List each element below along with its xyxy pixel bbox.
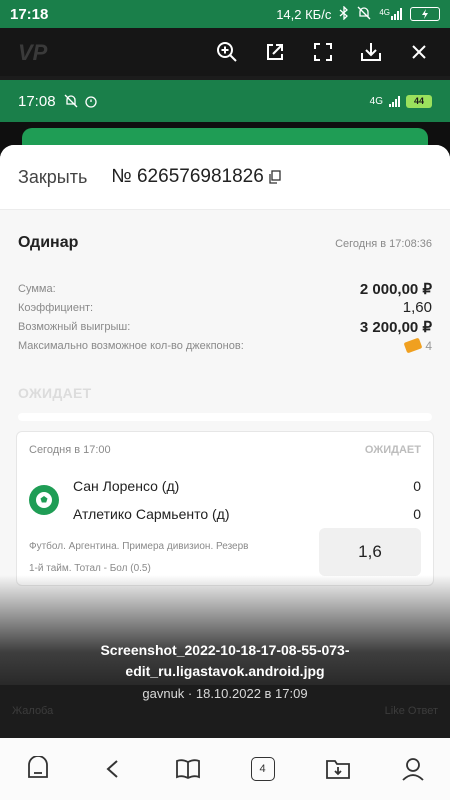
background-logo: VP — [18, 40, 48, 65]
payout-row: Возможный выигрыш: 3 200,00 ₽ — [18, 317, 432, 336]
viewer-tools — [214, 39, 450, 65]
event-card: Сегодня в 17:00 ОЖИДАЕТ Сан Лоренсо (д) … — [16, 431, 434, 586]
league-name: Футбол. Аргентина. Примера дивизион. Рез… — [29, 541, 249, 552]
odds-value: 1,60 — [402, 299, 432, 316]
image-meta: gavnuk · 18.10.2022 в 17:09 — [142, 686, 308, 701]
network-type: 4G — [379, 8, 390, 17]
inner-network: 4G — [369, 95, 383, 107]
downloads-icon[interactable] — [318, 749, 358, 789]
jackpot-value: 4 — [425, 338, 432, 353]
inner-status-icons — [64, 94, 98, 108]
bet-placed-at: Сегодня в 17:08:36 — [335, 238, 432, 250]
like-reply-links[interactable]: Like Ответ — [385, 705, 438, 717]
fullscreen-icon[interactable] — [310, 39, 336, 65]
stake-row: Сумма: 2 000,00 ₽ — [18, 279, 432, 298]
bet-number: № 626576981826 — [111, 166, 281, 188]
alarm-icon — [84, 96, 97, 108]
payout-label: Возможный выигрыш: — [18, 320, 131, 333]
bluetooth-icon — [339, 4, 349, 23]
comment-actions-hint: Жалоба Like Ответ — [12, 705, 438, 717]
inner-status-time: 17:08 — [18, 92, 56, 110]
screenshot-image[interactable]: 17:08 4G 44 Закрыть № 626576981826 Одина… — [0, 80, 450, 685]
stake-label: Сумма: — [18, 282, 56, 295]
bet-number-text: № 626576981826 — [111, 166, 264, 187]
team-row: Сан Лоренсо (д) 0 — [73, 472, 421, 500]
close-icon[interactable] — [406, 39, 432, 65]
sheet-header: Закрыть № 626576981826 — [0, 145, 450, 210]
jackpot-label: Максимально возможное кол-во джекпонов: — [18, 339, 244, 352]
event-status: ОЖИДАЕТ — [364, 444, 421, 456]
event-teams: Сан Лоренсо (д) 0 Атлетико Сармьенто (д)… — [29, 472, 421, 528]
open-external-icon[interactable] — [262, 39, 288, 65]
inner-status-bar: 17:08 4G 44 — [0, 80, 450, 122]
profile-icon[interactable] — [393, 749, 433, 789]
stake-value: 2 000,00 ₽ — [359, 280, 432, 298]
status-right: 14,2 КБ/с 4G — [276, 4, 440, 23]
battery-charging-icon — [410, 7, 440, 21]
download-icon[interactable] — [358, 39, 384, 65]
divider — [18, 413, 432, 421]
coefficient-box[interactable]: 1,6 — [319, 528, 421, 576]
report-link[interactable]: Жалоба — [12, 705, 53, 717]
status-time: 17:18 — [10, 5, 49, 23]
net-speed: 14,2 КБ/с — [276, 6, 332, 22]
caption-line-2: edit_ru.ligastavok.android.jpg — [125, 663, 325, 679]
signal-icon — [389, 95, 400, 107]
jackpot-row: Максимально возможное кол-во джекпонов: … — [18, 336, 432, 355]
home-icon[interactable] — [18, 749, 58, 789]
image-caption: Screenshot_2022-10-18-17-08-55-073- edit… — [0, 640, 450, 682]
bet-status: ОЖИДАЕТ — [18, 385, 92, 401]
copy-icon[interactable] — [268, 170, 282, 184]
event-time: Сегодня в 17:00 — [29, 444, 111, 456]
tabs-count: 4 — [259, 763, 266, 775]
caption-line-1: Screenshot_2022-10-18-17-08-55-073- — [100, 642, 350, 658]
event-header: Сегодня в 17:00 ОЖИДАЕТ — [29, 444, 421, 456]
football-icon — [29, 485, 59, 515]
image-viewer-toolbar: VP — [0, 28, 450, 76]
bookmarks-icon[interactable] — [168, 749, 208, 789]
odds-label: Коэффициент: — [18, 301, 94, 314]
bell-off-icon — [357, 6, 371, 23]
team-row: Атлетико Сармьенто (д) 0 — [73, 500, 421, 528]
event-league-info: Футбол. Аргентина. Примера дивизион. Рез… — [29, 536, 299, 580]
status-bar: 17:18 14,2 КБ/с 4G — [0, 0, 450, 28]
team-list: Сан Лоренсо (д) 0 Атлетико Сармьенто (д)… — [73, 472, 421, 528]
back-icon[interactable] — [93, 749, 133, 789]
close-button[interactable]: Закрыть — [18, 167, 87, 188]
payout-value: 3 200,00 ₽ — [359, 318, 432, 336]
team-name: Атлетико Сармьенто (д) — [73, 506, 230, 522]
inner-status-right: 4G 44 — [369, 94, 432, 108]
bell-off-icon — [64, 94, 78, 108]
team-score: 0 — [413, 478, 421, 494]
team-score: 0 — [413, 506, 421, 522]
jackpot-count: 4 — [403, 337, 432, 354]
tabs-icon[interactable]: 4 — [243, 749, 283, 789]
bet-summary: Сумма: 2 000,00 ₽ Коэффициент: 1,60 Возм… — [0, 279, 450, 355]
team-name: Сан Лоренсо (д) — [73, 478, 180, 494]
bet-type: Одинар — [18, 234, 79, 251]
zoom-in-icon[interactable] — [214, 39, 240, 65]
bet-type-row: Одинар Сегодня в 17:08:36 — [0, 210, 450, 252]
ticket-icon — [403, 337, 423, 354]
battery-icon: 44 — [406, 94, 432, 108]
odds-row: Коэффициент: 1,60 — [18, 298, 432, 317]
browser-bottom-nav: 4 — [0, 738, 450, 800]
signal-icon: 4G — [379, 8, 402, 20]
